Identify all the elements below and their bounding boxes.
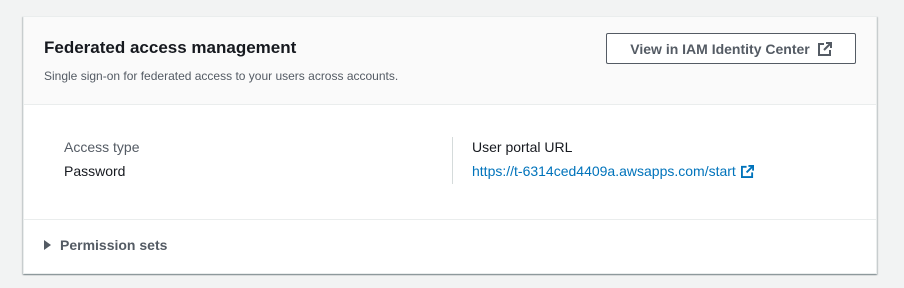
user-portal-url-label: User portal URL [472,139,573,155]
iam-button-label: View in IAM Identity Center [630,40,810,57]
panel-header: Federated access management Single sign-… [24,17,876,105]
user-portal-url-text: https://t-6314ced4409a.awsapps.com/start [472,163,736,179]
user-portal-url-field: User portal URL https://t-6314ced4409a.a… [472,139,754,179]
panel-body: Access type Password User portal URL htt… [24,105,876,220]
access-type-field: Access type Password [64,139,139,179]
view-in-iam-identity-center-button[interactable]: View in IAM Identity Center [606,33,856,64]
permission-sets-label: Permission sets [60,237,168,253]
permission-sets-expander[interactable]: Permission sets [44,237,167,253]
column-divider [452,137,453,184]
access-type-value: Password [64,163,126,179]
caret-right-icon [44,240,51,250]
external-link-icon [817,41,832,56]
access-type-label: Access type [64,139,140,155]
user-portal-url-link[interactable]: https://t-6314ced4409a.awsapps.com/start [472,163,754,179]
panel-title: Federated access management [44,38,297,57]
external-link-icon [740,164,754,178]
panel-description: Single sign-on for federated access to y… [44,69,399,83]
federated-access-panel: Federated access management Single sign-… [23,16,877,274]
